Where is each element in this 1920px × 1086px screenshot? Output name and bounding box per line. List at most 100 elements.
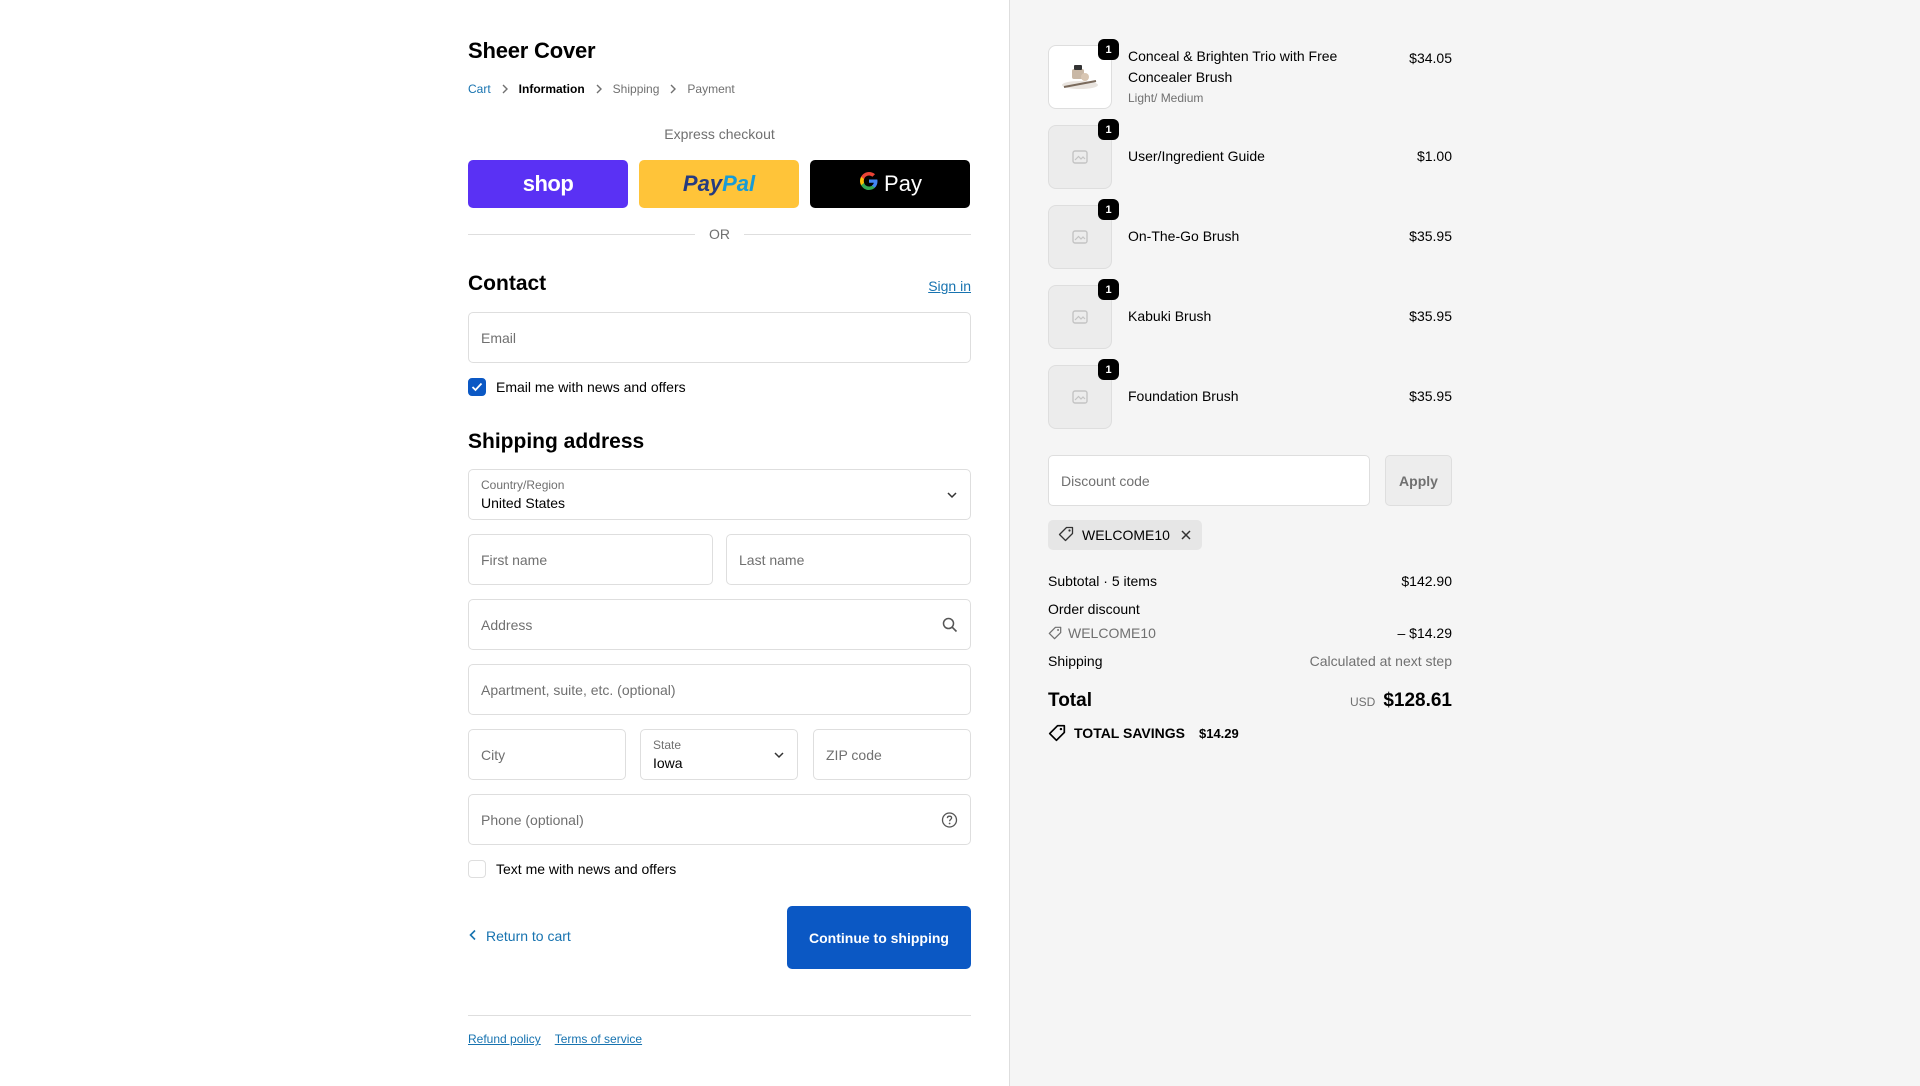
item-name: Foundation Brush <box>1128 388 1239 404</box>
phone-field[interactable]: Phone (optional) <box>468 794 971 845</box>
discount-code-row: WELCOME10 – $14.29 <box>1048 625 1452 641</box>
country-region-value: United States <box>481 495 566 511</box>
discount-code-name: WELCOME10 <box>1068 625 1156 641</box>
or-label: OR <box>709 226 730 242</box>
chevron-down-icon <box>946 491 958 499</box>
item-name: Conceal & Brighten Trio with Free Concea… <box>1128 48 1338 85</box>
refund-policy-link[interactable]: Refund policy <box>468 1032 541 1046</box>
chevron-down-icon <box>773 751 785 759</box>
close-icon[interactable] <box>1180 529 1192 541</box>
country-region-select[interactable]: Country/Region United States <box>468 469 971 520</box>
item-variant: Light/ Medium <box>1128 91 1204 105</box>
subtotal-row: Subtotal · 5 items $142.90 <box>1048 573 1452 589</box>
chevron-right-icon <box>491 84 519 94</box>
tag-icon <box>1048 724 1066 742</box>
return-to-cart-label: Return to cart <box>486 928 571 944</box>
line-item: 1 Kabuki Brush $35.95 <box>1048 279 1452 349</box>
text-news-checkbox[interactable] <box>468 860 486 878</box>
discount-amount: – $14.29 <box>1397 625 1453 641</box>
text-news-checkbox-row[interactable]: Text me with news and offers <box>468 860 676 878</box>
item-price: $35.95 <box>1409 228 1452 244</box>
zip-code-field[interactable]: ZIP code <box>813 729 971 780</box>
footer-divider <box>468 1015 971 1016</box>
store-title[interactable]: Sheer Cover <box>468 38 596 64</box>
state-value: Iowa <box>653 755 683 771</box>
discount-code-field[interactable]: Discount code <box>1048 455 1370 506</box>
subtotal-value: $142.90 <box>1401 573 1452 589</box>
total-savings-value: $14.29 <box>1198 725 1239 741</box>
apartment-placeholder: Apartment, suite, etc. (optional) <box>481 681 676 698</box>
state-label: State <box>653 738 682 752</box>
apply-discount-button[interactable]: Apply <box>1385 455 1452 506</box>
total-savings-row: TOTAL SAVINGS $14.29 <box>1048 724 1239 742</box>
shipping-row: Shipping Calculated at next step <box>1048 653 1452 669</box>
breadcrumb-payment: Payment <box>687 82 735 96</box>
quantity-badge: 1 <box>1098 39 1119 60</box>
quantity-badge: 1 <box>1098 199 1119 220</box>
phone-placeholder: Phone (optional) <box>481 811 584 828</box>
breadcrumb: Cart Information Shipping Payment <box>468 82 735 96</box>
google-pay-button[interactable]: Pay <box>810 160 970 208</box>
applied-discount-chip: WELCOME10 <box>1048 520 1202 550</box>
quantity-badge: 1 <box>1098 119 1119 140</box>
checkmark-icon <box>471 382 483 392</box>
email-news-label: Email me with news and offers <box>496 379 686 395</box>
subtotal-label: Subtotal · 5 items <box>1048 573 1157 589</box>
total-amount-group: USD $128.61 <box>1350 690 1452 712</box>
return-to-cart-link[interactable]: Return to cart <box>468 928 571 944</box>
item-price: $35.95 <box>1409 308 1452 324</box>
product-image: 1 <box>1048 39 1119 109</box>
sign-in-link[interactable]: Sign in <box>928 278 971 294</box>
placeholder-image-icon: 1 <box>1048 359 1119 429</box>
paypal-logo-pay: Pay <box>682 171 723 196</box>
discount-code-tag: WELCOME10 <box>1048 625 1156 641</box>
terms-of-service-link[interactable]: Terms of service <box>555 1032 642 1046</box>
total-savings-label: TOTAL SAVINGS <box>1074 725 1185 741</box>
divider-line <box>744 233 971 235</box>
item-price: $35.95 <box>1409 388 1452 404</box>
first-name-placeholder: First name <box>481 551 548 568</box>
divider-line <box>468 233 695 235</box>
google-g-icon <box>858 170 880 198</box>
shipping-address-heading: Shipping address <box>468 430 645 453</box>
shipping-value: Calculated at next step <box>1309 653 1452 669</box>
zip-code-placeholder: ZIP code <box>826 746 882 763</box>
footer-links: Refund policy Terms of service <box>468 1032 642 1046</box>
shipping-label: Shipping <box>1048 653 1103 669</box>
paypal-button[interactable]: Pay Pal <box>639 160 799 208</box>
item-price: $34.05 <box>1409 50 1452 66</box>
order-discount-row: Order discount <box>1048 601 1452 617</box>
breadcrumb-information: Information <box>518 82 585 96</box>
contact-heading: Contact <box>468 272 547 295</box>
email-news-checkbox-row[interactable]: Email me with news and offers <box>468 378 686 396</box>
chevron-right-icon <box>659 84 687 94</box>
google-pay-label: Pay <box>884 171 922 196</box>
city-field[interactable]: City <box>468 729 626 780</box>
order-discount-label: Order discount <box>1048 601 1140 617</box>
email-news-checkbox[interactable] <box>468 378 486 396</box>
item-name: On-The-Go Brush <box>1128 228 1240 244</box>
item-name: User/Ingredient Guide <box>1128 148 1265 164</box>
chevron-left-icon <box>468 928 478 944</box>
last-name-field[interactable]: Last name <box>726 534 971 585</box>
line-item: 1 Conceal & Brighten Trio with Free Conc… <box>1048 39 1452 109</box>
quantity-badge: 1 <box>1098 359 1119 380</box>
state-select[interactable]: State Iowa <box>640 729 798 780</box>
tag-icon <box>1048 626 1062 640</box>
text-news-label: Text me with news and offers <box>496 861 677 877</box>
breadcrumb-cart[interactable]: Cart <box>468 82 491 96</box>
shop-pay-button[interactable]: shop <box>468 160 628 208</box>
item-price: $1.00 <box>1416 148 1452 164</box>
email-placeholder: Email <box>481 329 517 346</box>
first-name-field[interactable]: First name <box>468 534 713 585</box>
help-circle-icon[interactable] <box>941 811 958 828</box>
tag-icon <box>1058 526 1074 545</box>
continue-to-shipping-button[interactable]: Continue to shipping <box>787 906 971 969</box>
placeholder-image-icon: 1 <box>1048 119 1119 189</box>
email-field[interactable]: Email <box>468 312 971 363</box>
apartment-field[interactable]: Apartment, suite, etc. (optional) <box>468 664 971 715</box>
paypal-logo-pal: Pal <box>722 171 756 196</box>
address-field[interactable]: Address <box>468 599 971 650</box>
express-checkout-label: Express checkout <box>664 126 775 142</box>
total-label: Total <box>1048 690 1092 711</box>
